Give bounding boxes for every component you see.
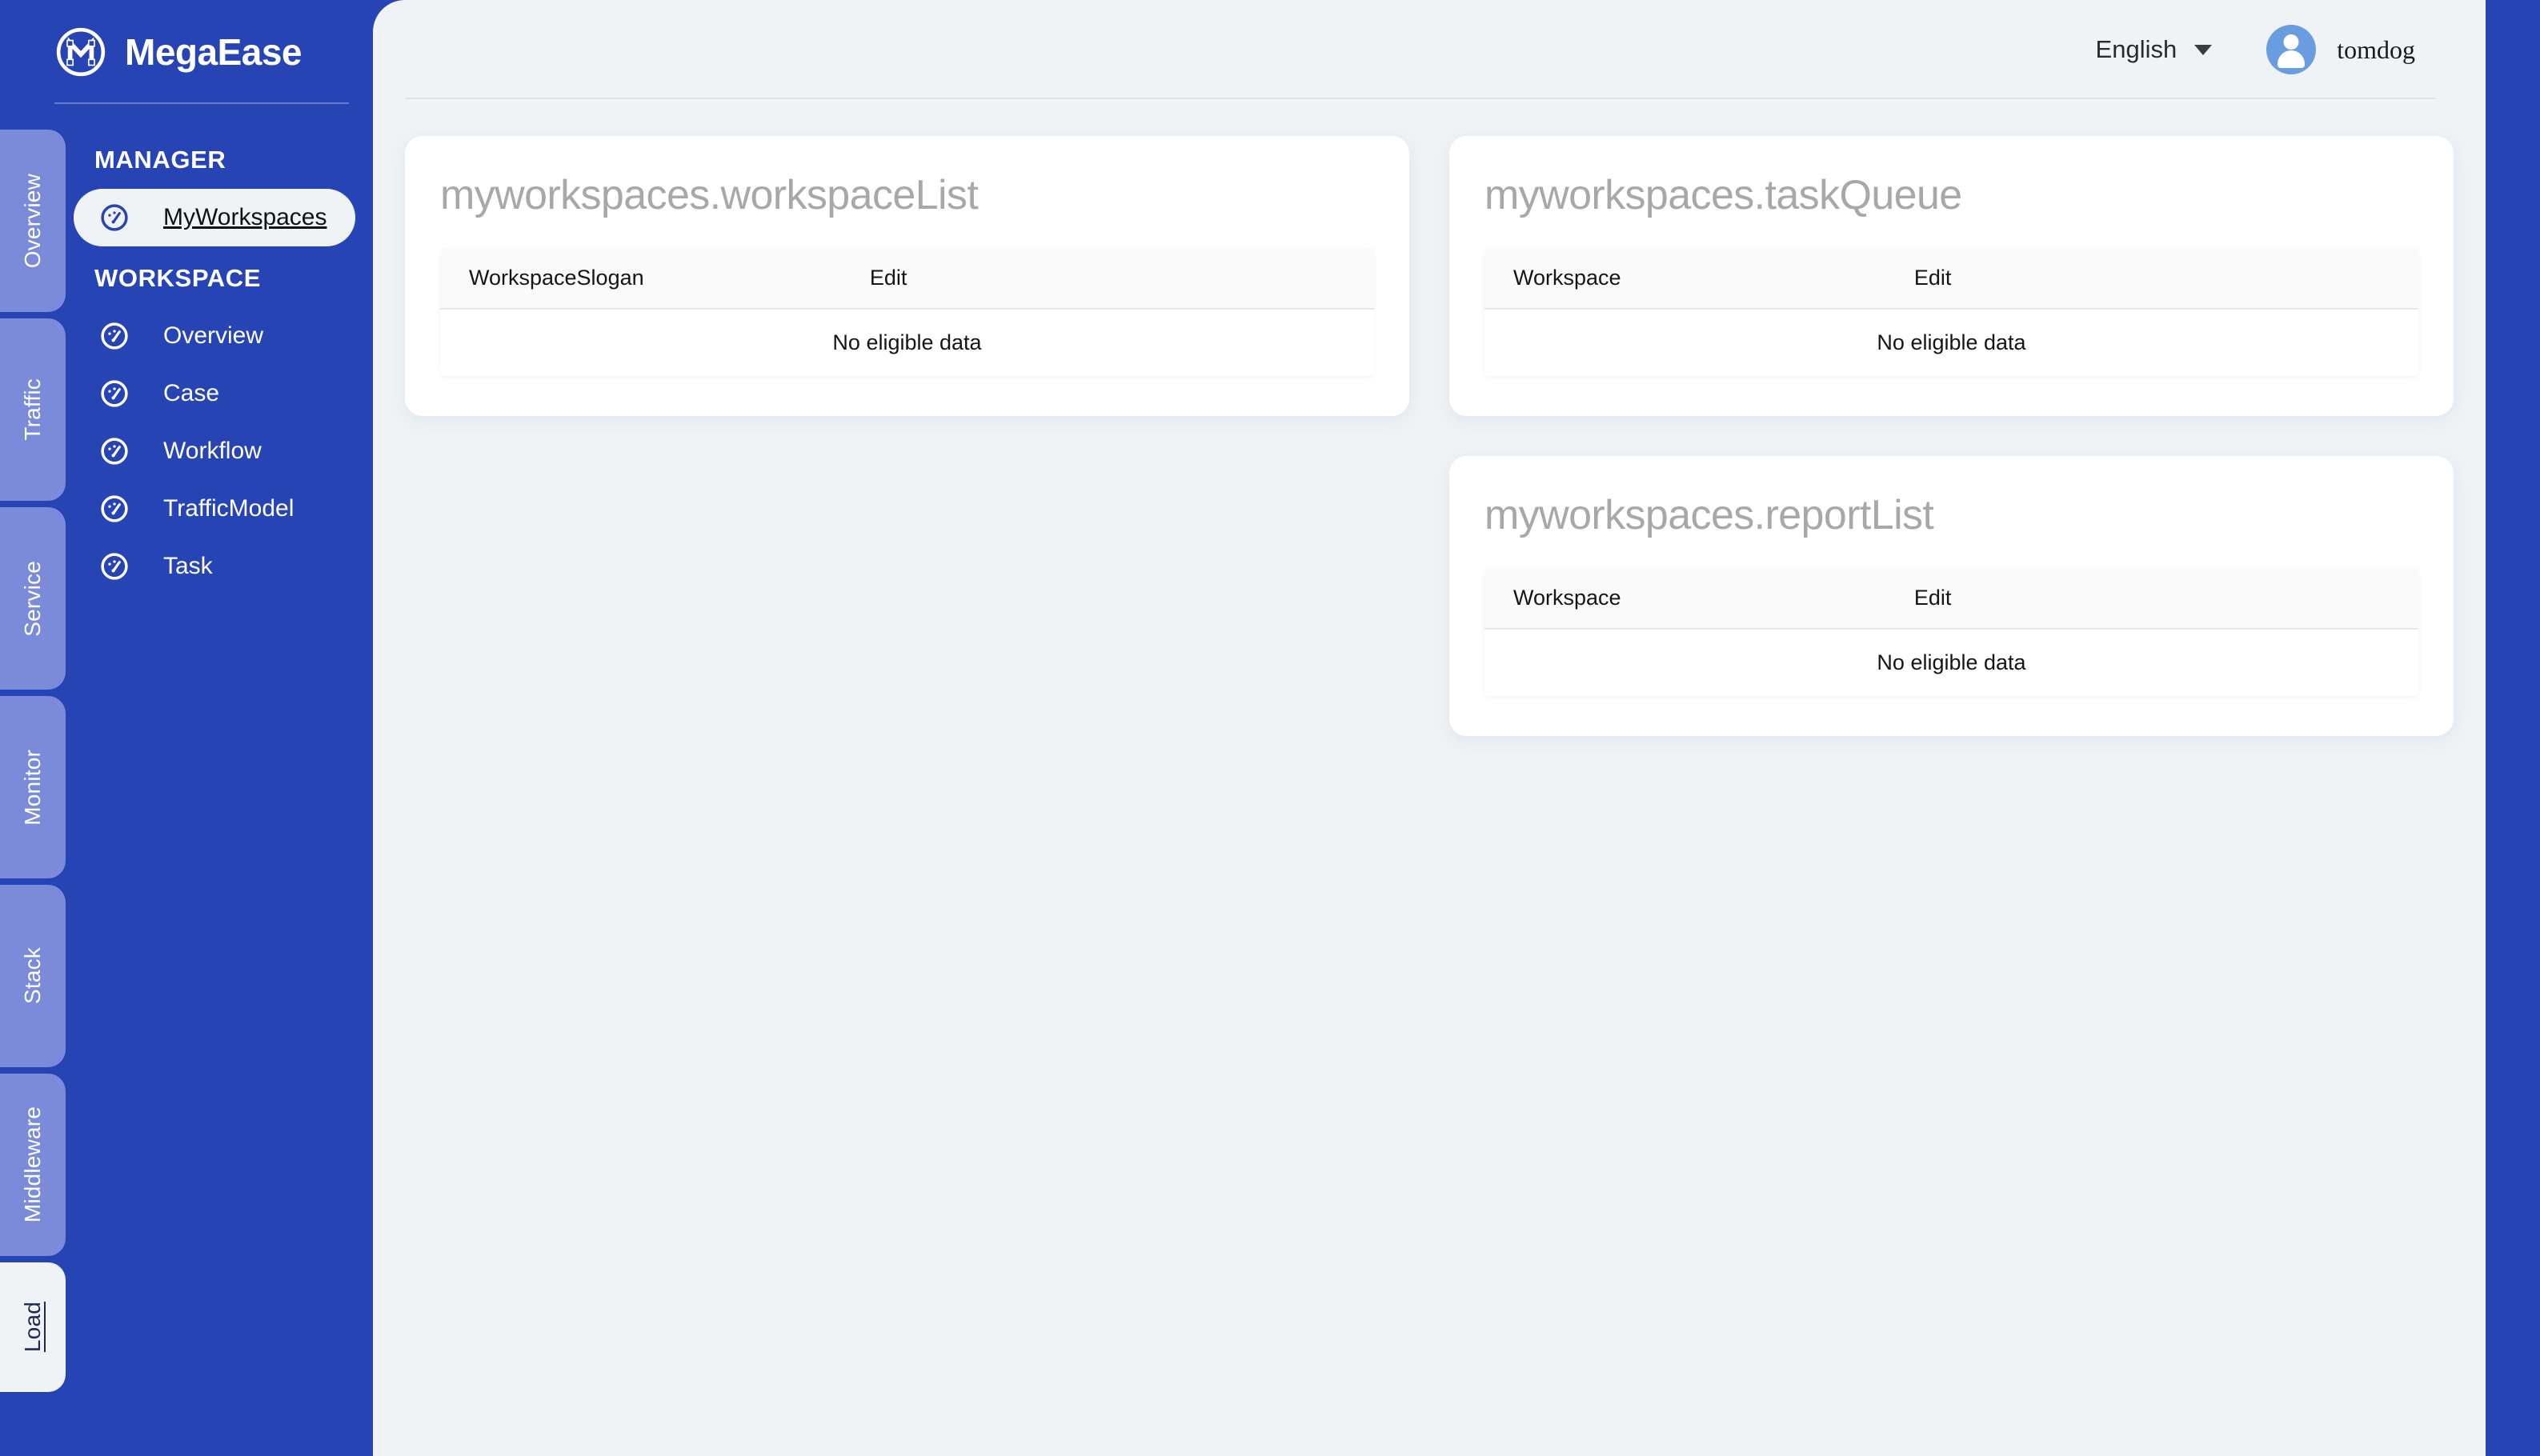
table-col-header-workspaceslogan[interactable]: WorkspaceSlogan [440, 248, 870, 309]
report-list-table: Workspace Edit No eligible data [1484, 568, 2418, 696]
card-workspace-list: myworkspaces.workspaceList WorkspaceSlog… [405, 136, 1409, 416]
rail-tab-load[interactable]: Load [0, 1262, 66, 1392]
rail-tab-stack[interactable]: Stack [0, 885, 66, 1067]
rail-tab-monitor[interactable]: Monitor [0, 696, 66, 878]
sidebar-item-label: TrafficModel [163, 495, 294, 522]
table-row: No eligible data [440, 309, 1374, 376]
table-head: WorkspaceSlogan Edit [440, 248, 1374, 309]
chevron-down-icon [2194, 45, 2212, 55]
main-content: English tomdog myworkspaces.workspaceLis… [373, 0, 2486, 1456]
sidebar-item-label: MyWorkspaces [163, 204, 327, 231]
language-label: English [2096, 35, 2177, 64]
sidebar-item-label: Workflow [163, 438, 262, 465]
user-avatar-icon [2266, 25, 2316, 74]
gauge-icon [99, 202, 130, 233]
table-head: Workspace Edit [1484, 568, 2418, 629]
sidebar-item-trafficmodel[interactable]: TrafficModel [74, 480, 355, 538]
workspace-list-table: WorkspaceSlogan Edit No eligible data [440, 248, 1374, 376]
table-col-header-edit[interactable]: Edit [1914, 248, 2418, 309]
rail-tab-label: Stack [20, 947, 46, 1004]
task-queue-table: Workspace Edit No eligible data [1484, 248, 2418, 376]
sidebar-item-myworkspaces[interactable]: MyWorkspaces [74, 189, 355, 246]
table-header-row: Workspace Edit [1484, 568, 2418, 629]
cards-area: myworkspaces.workspaceList WorkspaceSlog… [373, 99, 2486, 736]
table-body: No eligible data [1484, 309, 2418, 376]
rail-tab-overview[interactable]: Overview [0, 130, 66, 312]
cards-row: myworkspaces.workspaceList WorkspaceSlog… [405, 136, 2454, 736]
language-selector[interactable]: English [2096, 35, 2213, 64]
table-header-row: WorkspaceSlogan Edit [440, 248, 1374, 309]
rail-tab-label: Traffic [20, 378, 46, 441]
sidebar-item-workflow[interactable]: Workflow [74, 422, 355, 480]
table-col-header-edit[interactable]: Edit [870, 248, 1374, 309]
gauge-icon [99, 436, 130, 466]
card-task-queue: myworkspaces.taskQueue Workspace Edit [1449, 136, 2454, 416]
rail-tab-service[interactable]: Service [0, 507, 66, 690]
gauge-icon [99, 321, 130, 351]
card-report-list: myworkspaces.reportList Workspace Edit [1449, 456, 2454, 736]
table-col-header-edit[interactable]: Edit [1914, 568, 2418, 629]
sidebar-item-label: Task [163, 553, 213, 580]
table-header-row: Workspace Edit [1484, 248, 2418, 309]
card-title: myworkspaces.taskQueue [1484, 171, 2418, 219]
empty-state-text: No eligible data [1484, 309, 2418, 376]
rail-tab-label: Middleware [20, 1106, 46, 1222]
sidebar-item-label: Case [163, 380, 219, 407]
topbar: English tomdog [373, 0, 2486, 99]
username-label: tomdog [2337, 35, 2415, 65]
empty-state-text: No eligible data [1484, 629, 2418, 696]
sidebar-item-task[interactable]: Task [74, 538, 355, 595]
rail-tab-traffic[interactable]: Traffic [0, 318, 66, 501]
rail-tab-middleware[interactable]: Middleware [0, 1074, 66, 1256]
gauge-icon [99, 551, 130, 582]
cards-column-right: myworkspaces.taskQueue Workspace Edit [1449, 136, 2454, 736]
app-root: MegaEase MANAGER MyWorkspaces WORKSPACE [0, 0, 2540, 1456]
cards-column-left: myworkspaces.workspaceList WorkspaceSlog… [405, 136, 1409, 416]
brand-name: MegaEase [125, 30, 302, 74]
table-col-header-workspace[interactable]: Workspace [1484, 568, 1914, 629]
sidebar-item-label: Overview [163, 322, 263, 350]
table-row: No eligible data [1484, 309, 2418, 376]
sidebar-item-case[interactable]: Case [74, 365, 355, 422]
table-head: Workspace Edit [1484, 248, 2418, 309]
card-title: myworkspaces.workspaceList [440, 171, 1374, 219]
table-col-header-workspace[interactable]: Workspace [1484, 248, 1914, 309]
table-row: No eligible data [1484, 629, 2418, 696]
user-menu[interactable]: tomdog [2266, 25, 2415, 74]
gauge-icon [99, 378, 130, 409]
rail-tab-label: Service [20, 561, 46, 637]
sidebar-item-overview[interactable]: Overview [74, 307, 355, 365]
rail-tab-label: Monitor [20, 750, 46, 826]
table-body: No eligible data [440, 309, 1374, 376]
rail-tab-label: Load [20, 1302, 46, 1352]
empty-state-text: No eligible data [440, 309, 1374, 376]
gauge-icon [99, 494, 130, 524]
table-body: No eligible data [1484, 629, 2418, 696]
vertical-rail-tabs: Overview Traffic Service Monitor Stack M… [0, 0, 66, 1456]
brand-divider [54, 102, 349, 104]
rail-tab-label: Overview [20, 174, 46, 268]
card-title: myworkspaces.reportList [1484, 491, 2418, 539]
